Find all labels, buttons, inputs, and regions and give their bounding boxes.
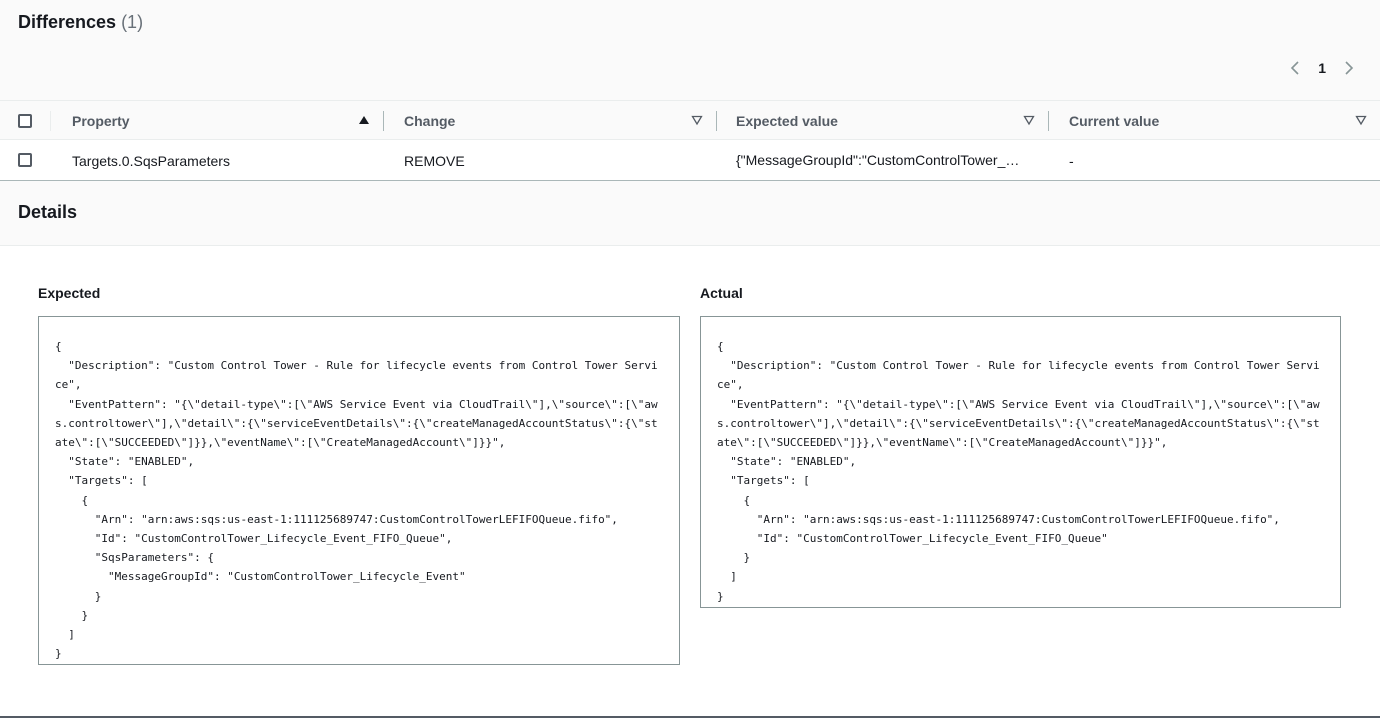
chevron-left-icon xyxy=(1291,61,1299,75)
column-header-label: Current value xyxy=(1069,113,1160,129)
previous-page-button[interactable] xyxy=(1286,56,1304,80)
sort-none-icon[interactable] xyxy=(1355,114,1367,126)
details-title: Details xyxy=(18,202,78,222)
table-header-row: Property Change Expected value Current v… xyxy=(0,100,1380,140)
column-header-label: Property xyxy=(72,113,130,129)
expected-label: Expected xyxy=(38,285,101,301)
expected-json: { "Description": "Custom Control Tower -… xyxy=(55,340,658,661)
sort-none-icon[interactable] xyxy=(1023,114,1035,126)
column-divider xyxy=(50,111,51,131)
next-page-button[interactable] xyxy=(1340,56,1358,80)
actual-code-box: { "Description": "Custom Control Tower -… xyxy=(700,316,1341,608)
column-header-current-value[interactable]: Current value xyxy=(1069,101,1159,141)
actual-label: Actual xyxy=(700,285,743,301)
column-header-label: Expected value xyxy=(736,113,838,129)
differences-count: (1) xyxy=(121,12,144,32)
select-all-checkbox[interactable] xyxy=(18,114,32,128)
column-divider[interactable] xyxy=(383,111,384,131)
differences-title: Differences (1) xyxy=(18,12,143,33)
table-row[interactable]: Targets.0.SqsParameters REMOVE {"Message… xyxy=(0,140,1380,181)
row-select-checkbox[interactable] xyxy=(18,153,32,167)
column-header-property[interactable]: Property xyxy=(72,101,130,141)
actual-json: { "Description": "Custom Control Tower -… xyxy=(717,340,1320,603)
differences-header: Differences (1) 1 xyxy=(0,0,1380,100)
sort-ascending-icon[interactable] xyxy=(358,114,370,126)
sort-none-icon[interactable] xyxy=(691,114,703,126)
column-header-change[interactable]: Change xyxy=(404,101,455,141)
column-header-expected-value[interactable]: Expected value xyxy=(736,101,838,141)
cell-current-value: - xyxy=(1069,152,1074,169)
details-header: Details xyxy=(0,181,1380,246)
expected-code-box: { "Description": "Custom Control Tower -… xyxy=(38,316,680,665)
cell-property: Targets.0.SqsParameters xyxy=(72,152,230,169)
column-header-label: Change xyxy=(404,113,456,129)
pagination: 1 xyxy=(1286,56,1358,80)
column-divider[interactable] xyxy=(716,111,717,131)
differences-table: Property Change Expected value Current v… xyxy=(0,100,1380,181)
cell-change: REMOVE xyxy=(404,152,465,169)
cell-expected-value: {"MessageGroupId":"CustomControlTower_Li… xyxy=(736,152,1026,168)
differences-title-text: Differences xyxy=(18,12,117,32)
current-page-number[interactable]: 1 xyxy=(1314,60,1330,76)
column-divider[interactable] xyxy=(1048,111,1049,131)
chevron-right-icon xyxy=(1345,61,1354,75)
